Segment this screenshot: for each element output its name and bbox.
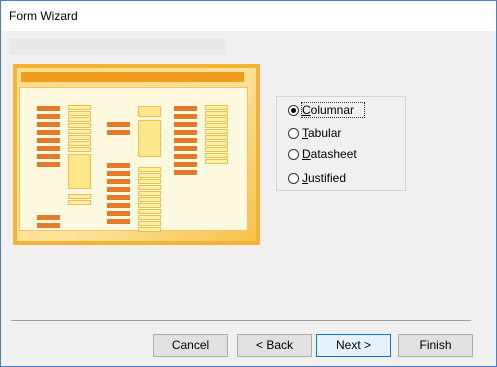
preview-column-3-values <box>205 105 228 165</box>
preview-column-1-labels <box>37 106 60 170</box>
header-strip <box>9 39 225 55</box>
justified-label: Justified <box>302 171 347 185</box>
title-bar: Form Wizard <box>1 1 496 31</box>
columnar-option[interactable]: Columnar <box>288 101 366 119</box>
tabular-label: Tabular <box>302 126 342 140</box>
footer-divider <box>11 320 471 321</box>
form-wizard-dialog: Form Wizard Columnar Tabular Datasheet J… <box>0 0 497 367</box>
preview-column-1-lower-labels <box>37 215 60 231</box>
next-button[interactable]: Next > <box>316 334 391 357</box>
window-title: Form Wizard <box>9 9 78 23</box>
layout-options-group: Columnar Tabular Datasheet Justified <box>276 96 406 191</box>
preview-column-2-values <box>138 106 161 233</box>
datasheet-option[interactable]: Datasheet <box>288 145 357 163</box>
radio-icon[interactable] <box>288 127 299 139</box>
preview-column-1-values <box>68 105 91 206</box>
cancel-button[interactable]: Cancel <box>153 334 228 357</box>
layout-preview <box>13 64 260 245</box>
columnar-label: Columnar <box>300 102 366 118</box>
radio-icon[interactable] <box>288 172 299 184</box>
back-button[interactable]: < Back <box>237 334 312 357</box>
radio-selected-icon[interactable] <box>288 104 299 116</box>
preview-column-2-labels <box>107 122 130 227</box>
preview-column-3-labels <box>174 106 197 178</box>
finish-button[interactable]: Finish <box>398 334 473 357</box>
radio-icon[interactable] <box>288 148 299 160</box>
datasheet-label: Datasheet <box>302 147 357 161</box>
justified-option[interactable]: Justified <box>288 169 346 187</box>
preview-header-bar <box>21 72 244 82</box>
tabular-option[interactable]: Tabular <box>288 124 341 142</box>
